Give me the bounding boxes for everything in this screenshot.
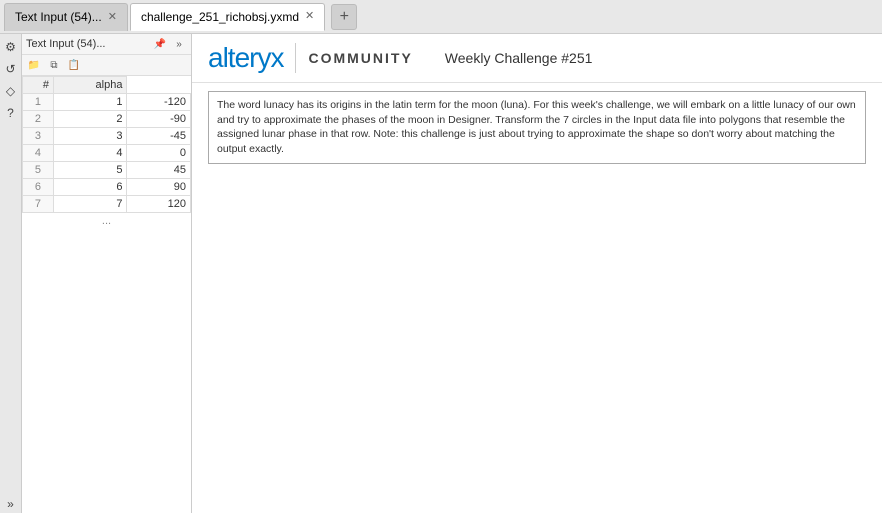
tab-text-input[interactable]: Text Input (54)... ✕ xyxy=(4,3,128,31)
left-panel-header: Text Input (54)... 📌 » xyxy=(22,34,191,55)
copy-icon[interactable]: ⧉ xyxy=(46,57,62,73)
table-row: 5 5 45 xyxy=(23,162,191,179)
row-num: 1 xyxy=(23,94,54,111)
pin-icon[interactable]: 📌 xyxy=(152,36,168,52)
help-icon[interactable]: ? xyxy=(2,104,20,122)
table-ellipsis: ... xyxy=(22,213,191,229)
folder-icon[interactable]: 📁 xyxy=(26,57,42,73)
row-num: 7 xyxy=(23,196,54,213)
clipboard-icon[interactable]: 📋 xyxy=(66,57,82,73)
community-text: COMMUNITY xyxy=(308,50,412,66)
more-icon[interactable]: » xyxy=(2,495,20,513)
row-num: 5 xyxy=(23,162,54,179)
alteryx-logo: alteryx xyxy=(208,42,283,74)
left-panel-icons: 📌 » xyxy=(152,36,187,52)
tab-challenge[interactable]: challenge_251_richobsj.yxmd ✕ xyxy=(130,3,325,31)
table-row: 4 4 0 xyxy=(23,145,191,162)
table-row: 3 3 -45 xyxy=(23,128,191,145)
tab-challenge-close[interactable]: ✕ xyxy=(305,11,314,22)
tab-text-input-close[interactable]: ✕ xyxy=(108,12,117,23)
left-panel: Text Input (54)... 📌 » 📁 ⧉ 📋 # alpha 1 xyxy=(22,34,192,513)
panel-more-icon[interactable]: » xyxy=(171,36,187,52)
alteryx-header: alteryx COMMUNITY Weekly Challenge #251 xyxy=(192,34,882,83)
main-layout: ⚙ ↺ ◇ ? » Text Input (54)... 📌 » 📁 ⧉ 📋 # xyxy=(0,34,882,513)
row-value: 90 xyxy=(127,179,191,196)
row-num: 2 xyxy=(23,111,54,128)
row-num: 3 xyxy=(23,128,54,145)
settings-icon[interactable]: ⚙ xyxy=(2,38,20,56)
data-table-container[interactable]: # alpha 1 1 -120 2 2 -90 3 3 -45 4 4 0 5… xyxy=(22,76,191,513)
row-value: -120 xyxy=(127,94,191,111)
refresh-icon[interactable]: ↺ xyxy=(2,60,20,78)
description-text: The word lunacy has its origins in the l… xyxy=(217,99,856,155)
col-alpha: alpha xyxy=(53,77,127,94)
row-value: 120 xyxy=(127,196,191,213)
row-value: -90 xyxy=(127,111,191,128)
row-num-val: 5 xyxy=(53,162,127,179)
row-num-val: 7 xyxy=(53,196,127,213)
tab-bar: Text Input (54)... ✕ challenge_251_richo… xyxy=(0,0,882,34)
row-num-val: 4 xyxy=(53,145,127,162)
panel-toolbar: 📁 ⧉ 📋 xyxy=(22,55,191,76)
row-num-val: 6 xyxy=(53,179,127,196)
description-box: The word lunacy has its origins in the l… xyxy=(208,91,866,164)
sidebar-tools: ⚙ ↺ ◇ ? » xyxy=(0,34,22,513)
col-hash: # xyxy=(23,77,54,94)
data-table: # alpha 1 1 -120 2 2 -90 3 3 -45 4 4 0 5… xyxy=(22,76,191,213)
row-value: 45 xyxy=(127,162,191,179)
tab-add-button[interactable]: + xyxy=(331,4,357,30)
row-num-val: 1 xyxy=(53,94,127,111)
row-num-val: 2 xyxy=(53,111,127,128)
row-num: 4 xyxy=(23,145,54,162)
canvas-area: alteryx COMMUNITY Weekly Challenge #251 … xyxy=(192,34,882,513)
left-panel-title: Text Input (54)... xyxy=(26,38,105,50)
table-row: 2 2 -90 xyxy=(23,111,191,128)
row-num: 6 xyxy=(23,179,54,196)
tab-challenge-label: challenge_251_richobsj.yxmd xyxy=(141,10,299,24)
challenge-text: Weekly Challenge #251 xyxy=(445,50,593,66)
row-num-val: 3 xyxy=(53,128,127,145)
table-row: 7 7 120 xyxy=(23,196,191,213)
tab-text-input-label: Text Input (54)... xyxy=(15,10,102,24)
table-row: 6 6 90 xyxy=(23,179,191,196)
row-value: 0 xyxy=(127,145,191,162)
tag-icon[interactable]: ◇ xyxy=(2,82,20,100)
table-row: 1 1 -120 xyxy=(23,94,191,111)
row-value: -45 xyxy=(127,128,191,145)
header-divider xyxy=(295,43,296,73)
